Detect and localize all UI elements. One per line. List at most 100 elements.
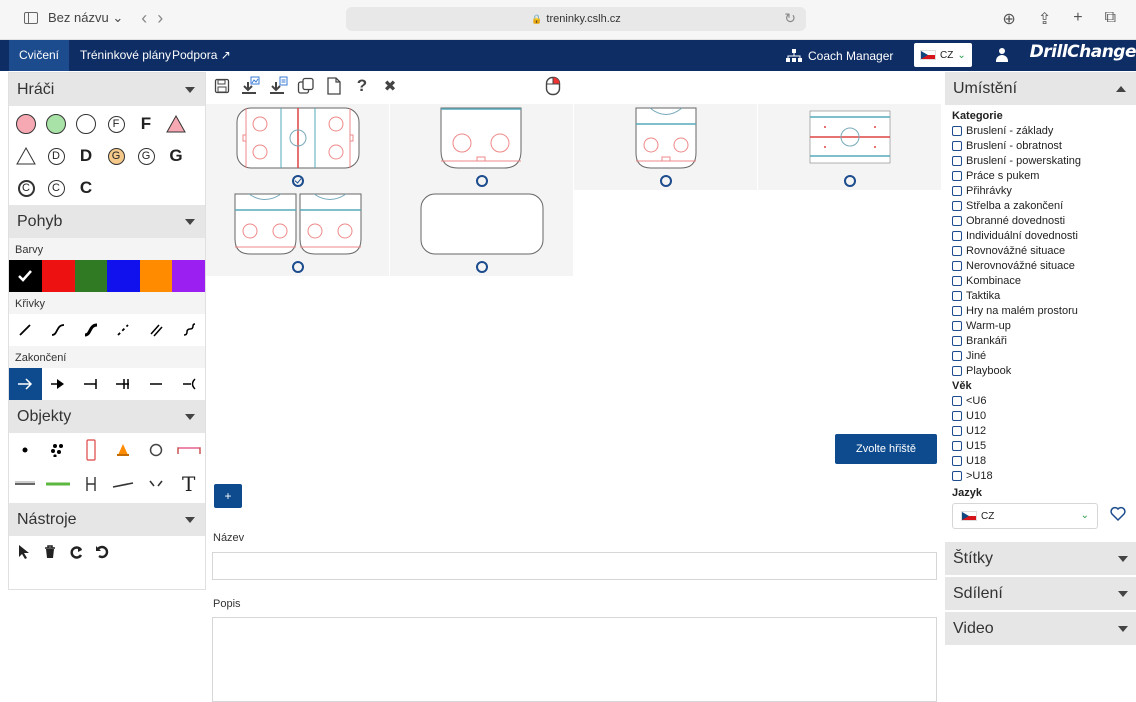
player-circle-icon[interactable]: D [45,145,67,167]
tabs-overview-icon[interactable]: ⧉ [1105,9,1116,29]
sidebar-toggle-icon[interactable] [24,12,38,24]
double-line-icon[interactable] [140,314,173,346]
language-select[interactable]: CZ ⌄ [914,43,972,67]
trash-icon[interactable] [37,536,63,568]
filter-checkbox[interactable]: Střelba a zakončení [952,198,1129,213]
filter-checkbox[interactable]: Práce s pukem [952,168,1129,183]
checkbox[interactable] [952,395,962,406]
choose-rink-button[interactable]: Zvolte hřiště [835,434,937,464]
section-tools-header[interactable]: Nástroje [9,503,205,536]
filled-arrow-icon[interactable] [42,368,75,400]
share-icon[interactable]: ⇪ [1038,9,1051,29]
section-objects-header[interactable]: Objekty [9,400,205,433]
description-textarea[interactable] [212,617,937,702]
language-dropdown[interactable]: CZ ⌄ [952,503,1098,529]
checkbox[interactable] [952,455,962,466]
checkbox[interactable] [952,275,962,286]
accordion-header[interactable]: Štítky [945,542,1136,575]
color-swatch[interactable] [42,260,75,292]
back-icon[interactable]: ‹ [141,9,147,27]
player-letter[interactable]: D [75,145,97,167]
add-button[interactable]: + [214,484,242,508]
checkbox[interactable] [952,410,962,421]
net-divider-icon[interactable] [74,468,107,500]
close-icon[interactable]: ✖ [380,76,400,96]
mouse-icon[interactable] [543,76,563,96]
dashed-line-icon[interactable] [107,314,140,346]
straight-line-icon[interactable] [9,314,42,346]
tab-title[interactable]: Bez názvu ⌄ [48,10,123,26]
coach-manager-link[interactable]: Coach Manager [786,40,893,71]
ring-object-icon[interactable] [140,434,173,466]
download-pdf-icon[interactable] [268,76,288,96]
template-radio-selected[interactable] [291,175,304,187]
player-letter[interactable]: C [75,177,97,199]
checkbox[interactable] [952,350,962,361]
accordion-header[interactable]: Video [945,612,1136,645]
checkbox[interactable] [952,140,962,151]
bench-icon[interactable] [107,468,140,500]
player-circle-icon[interactable]: G [135,145,157,167]
accordion-header[interactable]: Sdílení [945,577,1136,610]
checkbox[interactable] [952,470,962,481]
nav-item-support[interactable]: Podpora ↗ [162,40,241,71]
rink-template-zone[interactable] [574,104,758,190]
player-triangle-icon[interactable] [165,113,187,135]
green-line-icon[interactable] [42,468,75,500]
filter-checkbox[interactable]: Nerovnovážné situace [952,258,1129,273]
player-circle-icon[interactable]: C [45,177,67,199]
download-icon[interactable]: ⊕ [1002,9,1015,29]
player-circle-icon[interactable]: C [15,177,37,199]
template-radio[interactable] [291,261,304,273]
reload-icon[interactable]: ↻ [784,10,796,27]
stop-ending-icon[interactable] [74,368,107,400]
checkbox[interactable] [952,305,962,316]
player-triangle-icon[interactable] [15,145,37,167]
angle-icon[interactable] [140,468,173,500]
checkbox[interactable] [952,230,962,241]
heart-icon[interactable] [1110,506,1126,522]
checkbox[interactable] [952,260,962,271]
filter-checkbox[interactable]: Přihrávky [952,183,1129,198]
goal-icon[interactable] [172,434,205,466]
rink-template-neutral[interactable] [758,104,942,190]
copy-icon[interactable] [296,76,316,96]
puck-icon[interactable] [9,434,42,466]
checkbox[interactable] [952,125,962,136]
player-circle-icon[interactable]: G [105,145,127,167]
color-swatch[interactable] [139,260,173,292]
address-bar[interactable]: 🔒 treninky.cslh.cz ↻ [346,7,806,31]
checkbox[interactable] [952,365,962,376]
forward-icon[interactable]: › [157,9,163,27]
text-tool-icon[interactable]: T [172,468,205,500]
player-circle-icon[interactable]: F [105,113,127,135]
checkbox[interactable] [952,290,962,301]
template-radio[interactable] [475,175,488,187]
player-circle-icon[interactable] [75,113,97,135]
filter-checkbox[interactable]: Jiné [952,348,1129,363]
user-icon[interactable] [996,48,1008,62]
color-swatch[interactable] [9,260,42,292]
color-swatch[interactable] [74,260,108,292]
download-image-icon[interactable] [240,76,260,96]
filter-checkbox[interactable]: Warm-up [952,318,1129,333]
filter-checkbox[interactable]: Obranné dovednosti [952,213,1129,228]
color-swatch[interactable] [172,260,205,292]
arrow-ending-icon[interactable] [9,368,42,400]
double-stop-icon[interactable] [107,368,140,400]
filter-checkbox[interactable]: Playbook [952,363,1129,378]
filter-checkbox[interactable]: Kombinace [952,273,1129,288]
filter-checkbox[interactable]: Taktika [952,288,1129,303]
checkbox[interactable] [952,245,962,256]
redo-icon[interactable] [63,536,89,568]
s-curve-icon[interactable] [42,314,75,346]
filter-checkbox[interactable]: Bruslení - základy [952,123,1129,138]
player-circle-icon[interactable] [15,113,37,135]
cone-icon[interactable] [107,434,140,466]
filter-checkbox[interactable]: Bruslení - powerskating [952,153,1129,168]
player-letter[interactable]: G [165,145,187,167]
filter-checkbox[interactable]: Hry na malém prostoru [952,303,1129,318]
nav-item-exercises[interactable]: Cvičení [9,40,70,71]
checkbox[interactable] [952,440,962,451]
curve-ending-icon[interactable] [172,368,205,400]
